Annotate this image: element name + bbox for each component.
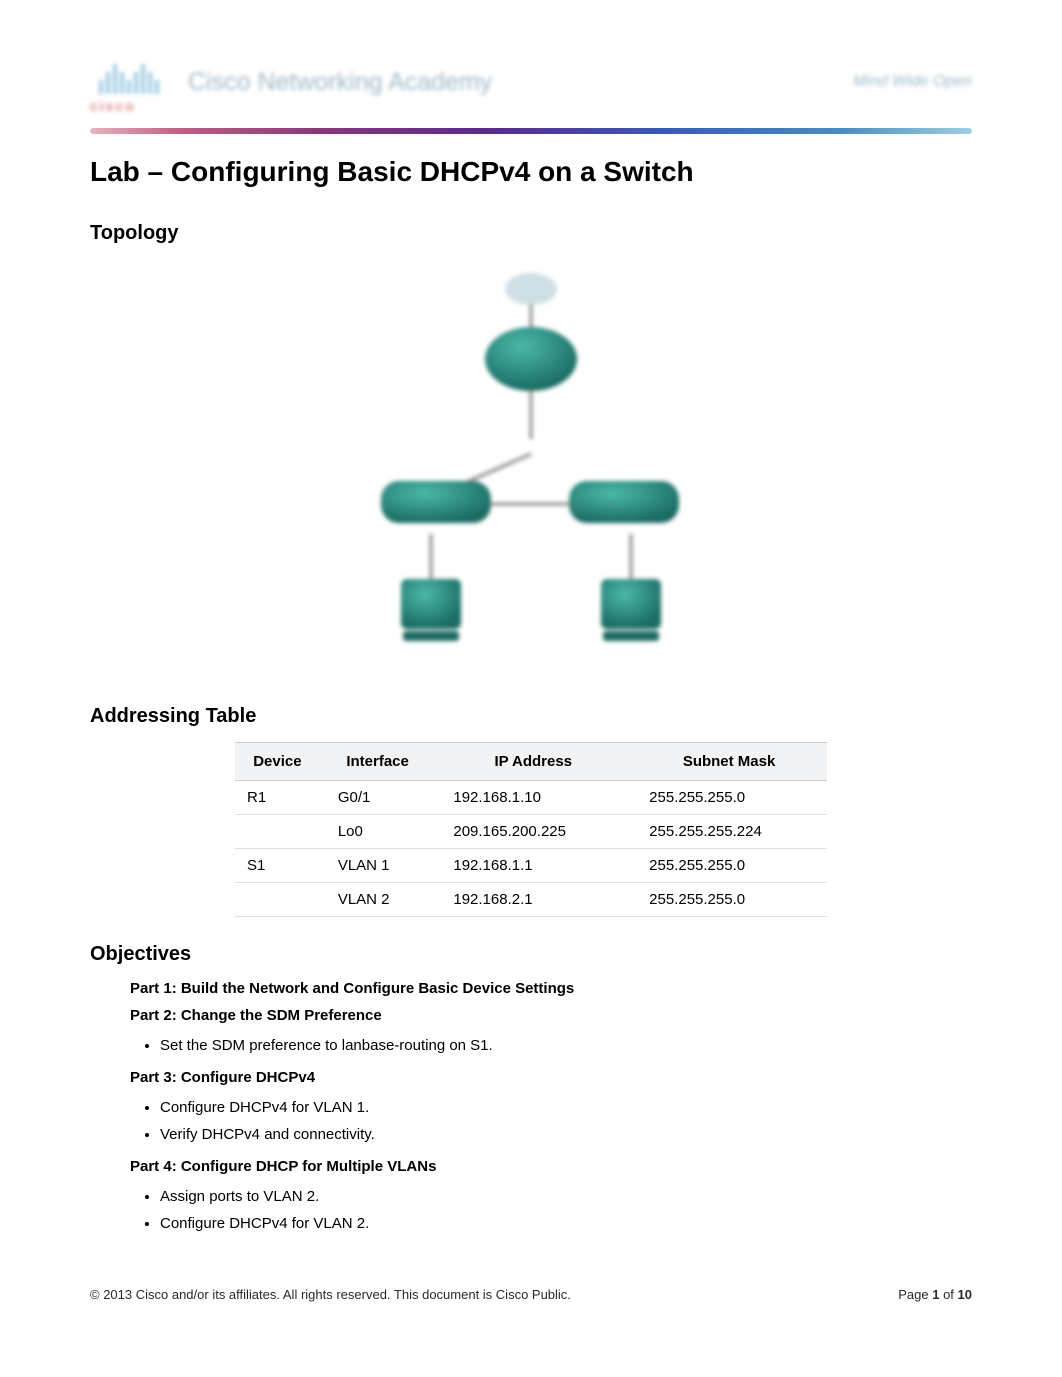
cell-ip: 192.168.1.1 [435, 849, 631, 883]
cell-mask: 255.255.255.0 [631, 849, 827, 883]
page-footer: © 2013 Cisco and/or its affiliates. All … [90, 1247, 972, 1332]
topology-heading: Topology [90, 222, 972, 245]
cell-interface: VLAN 2 [320, 883, 436, 917]
part2-title: Part 2: Change the SDM Preference [130, 1007, 972, 1024]
list-item: Verify DHCPv4 and connectivity. [160, 1121, 972, 1148]
cell-ip: 209.165.200.225 [435, 815, 631, 849]
cisco-logo-text: cisco [90, 98, 168, 114]
col-ip: IP Address [435, 743, 631, 781]
list-item: Assign ports to VLAN 2. [160, 1183, 972, 1210]
table-row: R1 G0/1 192.168.1.10 255.255.255.0 [235, 781, 827, 815]
cisco-logo: cisco [90, 50, 168, 114]
page-number: Page 1 of 10 [898, 1287, 972, 1302]
cell-device: R1 [235, 781, 320, 815]
lab-title: Lab – Configuring Basic DHCPv4 on a Swit… [90, 156, 972, 188]
part4-title: Part 4: Configure DHCP for Multiple VLAN… [130, 1158, 972, 1175]
table-row: S1 VLAN 1 192.168.1.1 255.255.255.0 [235, 849, 827, 883]
part2-bullets: Set the SDM preference to lanbase-routin… [160, 1032, 972, 1059]
table-row: VLAN 2 192.168.2.1 255.255.255.0 [235, 883, 827, 917]
topology-diagram [90, 259, 972, 679]
part3-bullets: Configure DHCPv4 for VLAN 1. Verify DHCP… [160, 1094, 972, 1148]
addressing-heading: Addressing Table [90, 705, 972, 728]
cell-device [235, 815, 320, 849]
col-interface: Interface [320, 743, 436, 781]
col-mask: Subnet Mask [631, 743, 827, 781]
header-gradient-divider [90, 128, 972, 134]
academy-heading: Cisco Networking Academy [188, 68, 492, 97]
part4-bullets: Assign ports to VLAN 2. Configure DHCPv4… [160, 1183, 972, 1237]
part1-title: Part 1: Build the Network and Configure … [130, 980, 972, 997]
objectives-heading: Objectives [90, 943, 972, 966]
header-bar: cisco Cisco Networking Academy Mind Wide… [90, 40, 972, 128]
table-header-row: Device Interface IP Address Subnet Mask [235, 743, 827, 781]
part3-title: Part 3: Configure DHCPv4 [130, 1069, 972, 1086]
list-item: Set the SDM preference to lanbase-routin… [160, 1032, 972, 1059]
cell-device: S1 [235, 849, 320, 883]
cell-mask: 255.255.255.224 [631, 815, 827, 849]
cell-interface: G0/1 [320, 781, 436, 815]
logo-wrap: cisco Cisco Networking Academy [90, 50, 492, 114]
cell-ip: 192.168.1.10 [435, 781, 631, 815]
cell-device [235, 883, 320, 917]
list-item: Configure DHCPv4 for VLAN 1. [160, 1094, 972, 1121]
cell-mask: 255.255.255.0 [631, 883, 827, 917]
table-row: Lo0 209.165.200.225 255.255.255.224 [235, 815, 827, 849]
list-item: Configure DHCPv4 for VLAN 2. [160, 1210, 972, 1237]
col-device: Device [235, 743, 320, 781]
cell-mask: 255.255.255.0 [631, 781, 827, 815]
cell-interface: VLAN 1 [320, 849, 436, 883]
copyright-text: © 2013 Cisco and/or its affiliates. All … [90, 1287, 571, 1302]
header-tagline: Mind Wide Open [853, 73, 972, 91]
cell-interface: Lo0 [320, 815, 436, 849]
cell-ip: 192.168.2.1 [435, 883, 631, 917]
addressing-table: Device Interface IP Address Subnet Mask … [235, 742, 827, 917]
